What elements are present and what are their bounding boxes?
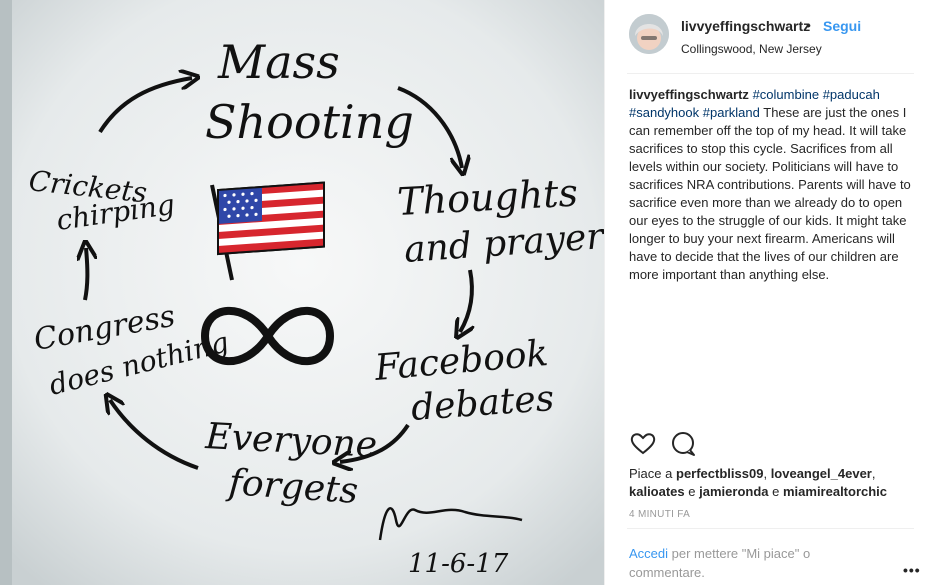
header-separator: • bbox=[806, 17, 811, 33]
header-username[interactable]: livvyeffingschwartz bbox=[681, 18, 810, 34]
divider bbox=[627, 73, 914, 74]
liker-link[interactable]: loveangel_4ever bbox=[771, 466, 872, 481]
hashtag-link[interactable]: #columbine bbox=[753, 87, 820, 102]
likes-and: e bbox=[688, 484, 696, 499]
comment-icon bbox=[672, 432, 695, 456]
login-prompt: Accedi per mettere "Mi piace" o commenta… bbox=[629, 544, 879, 582]
like-button[interactable] bbox=[629, 430, 657, 458]
post-header: livvyeffingschwartz • Segui Collingswood… bbox=[605, 0, 938, 74]
liker-link[interactable]: miamirealtorchic bbox=[783, 484, 887, 499]
divider bbox=[627, 528, 914, 529]
liker-link[interactable]: perfectbliss09 bbox=[676, 466, 763, 481]
post-image[interactable]: Mass Shooting Thoughts and prayers Faceb… bbox=[0, 0, 604, 585]
hashtag-link[interactable]: #parkland bbox=[703, 105, 760, 120]
node-shooting: Shooting bbox=[205, 95, 414, 149]
avatar-image bbox=[629, 14, 669, 54]
post-sidebar: livvyeffingschwartz • Segui Collingswood… bbox=[604, 0, 938, 585]
heart-icon bbox=[630, 433, 656, 455]
likes-and: e bbox=[772, 484, 780, 499]
likes-prefix: Piace a bbox=[629, 466, 673, 481]
liker-link[interactable]: kalioates bbox=[629, 484, 685, 499]
more-options-icon[interactable]: ••• bbox=[903, 562, 921, 578]
node-mass: Mass bbox=[217, 35, 340, 89]
arrow-6 bbox=[85, 248, 87, 301]
hashtag-link[interactable]: #sandyhook bbox=[629, 105, 699, 120]
comment-button[interactable] bbox=[669, 430, 697, 458]
post-timestamp[interactable]: 4 MINUTI FA bbox=[629, 509, 690, 520]
login-link[interactable]: Accedi bbox=[629, 546, 668, 561]
avatar[interactable] bbox=[629, 14, 669, 54]
likes-sep: , bbox=[871, 466, 876, 481]
location-link[interactable]: Collingswood, New Jersey bbox=[681, 42, 822, 56]
follow-button[interactable]: Segui bbox=[823, 18, 861, 34]
caption-text: These are just the ones I can remember o… bbox=[629, 105, 911, 282]
post-caption: livvyeffingschwartz #columbine #paducah … bbox=[629, 86, 917, 284]
drawing-date: 11-6-17 bbox=[408, 549, 509, 579]
liker-link[interactable]: jamieronda bbox=[699, 484, 768, 499]
whiteboard-drawing: Mass Shooting Thoughts and prayers Faceb… bbox=[0, 0, 604, 585]
likes-summary: Piace a perfectbliss09, loveangel_4ever,… bbox=[629, 465, 919, 501]
action-bar bbox=[629, 430, 919, 460]
likes-sep: , bbox=[763, 466, 768, 481]
caption-username[interactable]: livvyeffingschwartz bbox=[629, 87, 749, 102]
hashtag-link[interactable]: #paducah bbox=[823, 87, 880, 102]
